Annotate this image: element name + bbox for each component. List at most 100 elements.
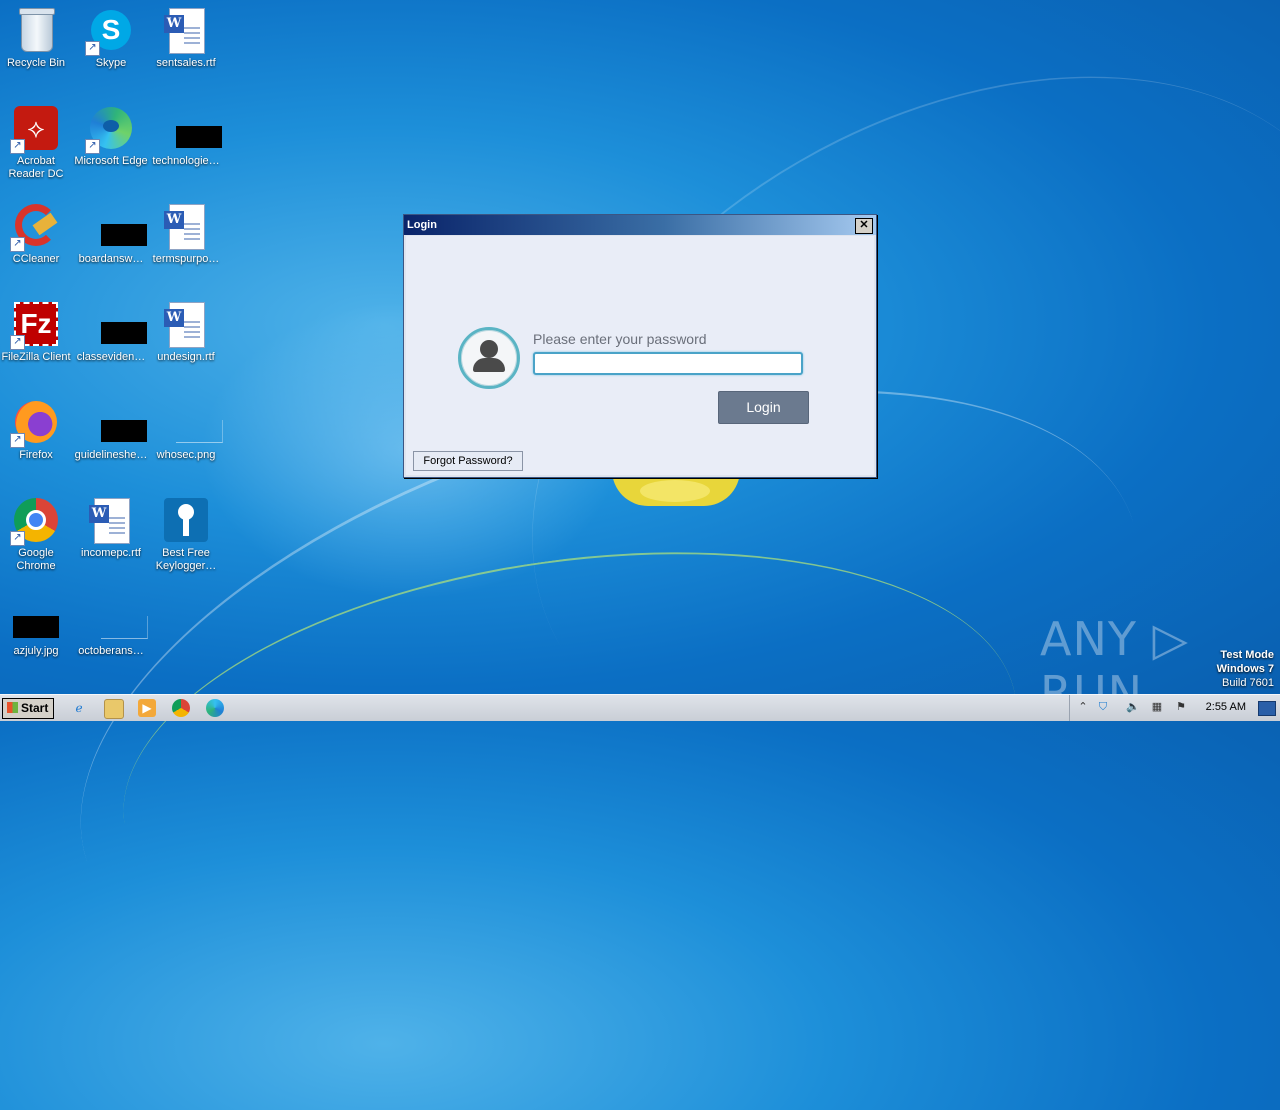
- taskbar-clock[interactable]: 2:55 AM: [1206, 701, 1246, 713]
- shortcut-arrow-icon: ↗: [10, 335, 25, 350]
- word-document-icon: W: [162, 300, 210, 348]
- desktop-icon-label: CCleaner: [12, 253, 60, 265]
- desktop-icon-label: boardansw…: [78, 253, 144, 265]
- action-center-flag-icon[interactable]: ⚑: [1174, 700, 1188, 714]
- desktop-icon-label: Acrobat Reader DC: [8, 155, 64, 180]
- test-mode-notice: Test Mode Windows 7 Build 7601: [1217, 648, 1274, 690]
- password-prompt: Please enter your password: [533, 331, 707, 347]
- login-button[interactable]: Login: [718, 391, 809, 424]
- desktop-icon-azjuly[interactable]: azjuly.jpg: [0, 594, 74, 658]
- shortcut-arrow-icon: ↗: [85, 41, 100, 56]
- desktop-icon-label: Firefox: [19, 449, 53, 461]
- filezilla-icon: Fz ↗: [10, 300, 60, 350]
- black-image-icon: [87, 398, 147, 446]
- desktop-icon-octoberans[interactable]: octoberans…: [73, 594, 149, 658]
- desktop-icon-incomepc[interactable]: W incomepc.rtf: [73, 496, 149, 560]
- desktop-icon-label: Google Chrome: [16, 547, 56, 572]
- edge-icon[interactable]: [206, 699, 224, 717]
- desktop-icon-label: sentsales.rtf: [156, 57, 216, 69]
- network-icon[interactable]: ▦: [1150, 700, 1164, 714]
- desktop-icon-filezilla[interactable]: Fz ↗ FileZilla Client: [0, 300, 74, 364]
- build-label: Build 7601: [1222, 677, 1274, 689]
- taskbar: Start ℯ ▶ ⌃ ⛉ 🔈 ▦ ⚑ 2:55 AM: [0, 694, 1280, 721]
- system-tray: ⌃ ⛉ 🔈 ▦ ⚑ 2:55 AM: [1069, 695, 1280, 721]
- desktop-icon-label: termspurpo…: [152, 253, 220, 265]
- word-document-icon: W: [87, 496, 135, 544]
- test-mode-label: Test Mode: [1220, 649, 1274, 661]
- word-document-icon: W: [162, 6, 210, 54]
- user-avatar-icon: [458, 327, 520, 389]
- ccleaner-icon: ↗: [10, 202, 60, 252]
- login-window-body: Please enter your password Login Forgot …: [406, 236, 874, 475]
- desktop-icon-edge[interactable]: ↗ Microsoft Edge: [73, 104, 149, 168]
- desktop-icon-label: azjuly.jpg: [13, 645, 59, 657]
- file-explorer-icon[interactable]: [104, 699, 124, 719]
- desktop-icon-classeviden[interactable]: classeviden…: [73, 300, 149, 364]
- desktop-icon-label: technologie…: [152, 155, 220, 167]
- close-icon: ✕: [859, 219, 869, 231]
- edge-icon: ↗: [85, 104, 135, 154]
- word-document-icon: W: [162, 202, 210, 250]
- desktop-icon-termspurpo[interactable]: W termspurpo…: [148, 202, 224, 266]
- desktop-icon-sentsales[interactable]: W sentsales.rtf: [148, 6, 224, 70]
- desktop-icon-chrome[interactable]: ↗ Google Chrome: [0, 496, 74, 573]
- desktop-icon-undesign[interactable]: W undesign.rtf: [148, 300, 224, 364]
- desktop-icon-ccleaner[interactable]: ↗ CCleaner: [0, 202, 74, 266]
- chrome-icon[interactable]: [172, 699, 190, 717]
- desktop-icon-label: undesign.rtf: [157, 351, 215, 363]
- desktop-icon-label: guidelineshe…: [74, 449, 148, 461]
- shortcut-arrow-icon: ↗: [10, 237, 25, 252]
- close-button[interactable]: ✕: [855, 218, 873, 234]
- desktop-icon-whosec[interactable]: whosec.png: [148, 398, 224, 462]
- desktop-icon-label: whosec.png: [156, 449, 216, 461]
- black-image-icon: [12, 594, 60, 642]
- window-title: Login: [407, 219, 437, 231]
- show-hidden-icons-icon[interactable]: ⌃: [1076, 700, 1090, 714]
- os-label: Windows 7: [1216, 663, 1274, 675]
- start-button[interactable]: Start: [2, 698, 54, 719]
- chrome-icon: ↗: [10, 496, 60, 546]
- password-input[interactable]: [533, 352, 803, 375]
- login-window-titlebar[interactable]: Login ✕: [404, 215, 876, 235]
- volume-icon[interactable]: 🔈: [1126, 700, 1140, 714]
- show-desktop-icon[interactable]: [1258, 701, 1276, 716]
- desktop-icon-skype[interactable]: S ↗ Skype: [73, 6, 149, 70]
- shortcut-arrow-icon: ↗: [10, 139, 25, 154]
- acrobat-icon: ⟡ ↗: [10, 104, 60, 154]
- wallpaper-flower-center: [640, 480, 710, 502]
- desktop-icon-firefox[interactable]: ↗ Firefox: [0, 398, 74, 462]
- black-image-icon: [87, 202, 147, 250]
- desktop-icon-boardansw[interactable]: boardansw…: [73, 202, 149, 266]
- desktop-icon-technologie[interactable]: technologie…: [148, 104, 224, 168]
- shortcut-arrow-icon: ↗: [10, 433, 25, 448]
- image-file-icon: [162, 398, 223, 446]
- desktop-icon-label: Recycle Bin: [6, 57, 66, 69]
- desktop-icon-label: Best Free Keylogger…: [155, 547, 217, 572]
- security-shield-icon[interactable]: ⛉: [1096, 700, 1110, 714]
- windows-logo-icon: [7, 702, 18, 713]
- desktop-icon-label: Microsoft Edge: [74, 155, 148, 167]
- desktop-icon-keylogger[interactable]: Best Free Keylogger…: [148, 496, 224, 573]
- shortcut-arrow-icon: ↗: [85, 139, 100, 154]
- forgot-password-button[interactable]: Forgot Password?: [413, 451, 523, 471]
- desktop-icon-label: incomepc.rtf: [81, 547, 141, 559]
- recycle-bin-icon: [12, 6, 60, 54]
- desktop-icon-recycle-bin[interactable]: Recycle Bin: [0, 6, 74, 70]
- internet-explorer-icon[interactable]: ℯ: [70, 699, 88, 717]
- desktop-icon-guidelineshe[interactable]: guidelineshe…: [73, 398, 149, 462]
- login-window: Login ✕ Please enter your password Login…: [403, 214, 877, 478]
- firefox-icon: ↗: [10, 398, 60, 448]
- desktop-icon-label: classeviden…: [76, 351, 146, 363]
- desktop-icon-label: octoberans…: [78, 645, 144, 657]
- shortcut-arrow-icon: ↗: [10, 531, 25, 546]
- skype-icon: S ↗: [85, 6, 135, 56]
- black-image-icon: [87, 300, 147, 348]
- media-player-icon[interactable]: ▶: [138, 699, 156, 717]
- black-image-icon: [162, 104, 222, 152]
- keylogger-icon: [162, 496, 210, 544]
- image-file-icon: [87, 594, 148, 642]
- start-label: Start: [21, 701, 49, 715]
- desktop-icon-acrobat[interactable]: ⟡ ↗ Acrobat Reader DC: [0, 104, 74, 181]
- desktop-icon-label: Skype: [95, 57, 127, 69]
- desktop-icon-label: FileZilla Client: [1, 351, 71, 363]
